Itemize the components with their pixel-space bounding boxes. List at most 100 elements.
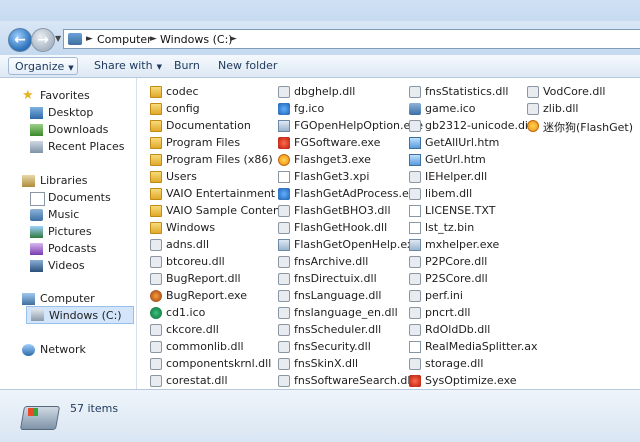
dictionary-file-icon xyxy=(409,120,421,132)
dll-file-icon xyxy=(150,375,162,387)
documents-icon xyxy=(30,192,45,206)
dll-file-icon xyxy=(409,86,421,98)
folder-icon xyxy=(150,120,162,132)
explorer-window: ← → ▼ ► Computer ► Windows (C:) ► Organi… xyxy=(0,0,640,442)
dll-file-icon xyxy=(150,239,162,251)
dll-file-icon xyxy=(150,358,162,370)
file-icon xyxy=(409,341,421,353)
folder-icon xyxy=(150,103,162,115)
details-pane: 57 items xyxy=(0,389,640,442)
network-icon xyxy=(22,344,35,356)
application-icon xyxy=(409,239,421,251)
dll-file-icon xyxy=(409,256,421,268)
flashget-shortcut-icon xyxy=(527,120,539,132)
dll-file-icon xyxy=(409,324,421,336)
dll-file-icon xyxy=(150,256,162,268)
folder-icon xyxy=(150,205,162,217)
windows-logo-icon xyxy=(28,408,38,416)
dll-file-icon xyxy=(278,341,290,353)
dll-file-icon xyxy=(278,290,290,302)
optimize-app-icon xyxy=(409,375,421,387)
dll-file-icon xyxy=(278,307,290,319)
dll-file-icon xyxy=(527,103,539,115)
pictures-icon xyxy=(30,226,43,238)
drive-icon xyxy=(19,406,61,430)
navigation-pane: ★ Favorites Desktop Downloads Recent Plac… xyxy=(0,78,137,389)
burn-button[interactable]: Burn xyxy=(168,57,206,75)
organize-label: Organize xyxy=(15,60,65,73)
dll-file-icon xyxy=(278,256,290,268)
chevron-down-icon: ▼ xyxy=(156,63,162,71)
html-file-icon xyxy=(409,137,421,149)
recent-places-icon xyxy=(30,141,43,153)
folder-icon xyxy=(150,86,162,98)
folder-icon xyxy=(150,188,162,200)
bug-report-icon xyxy=(150,290,162,302)
music-icon xyxy=(30,209,43,221)
forward-arrow-icon: → xyxy=(37,32,49,48)
dll-file-icon xyxy=(278,222,290,234)
game-icon xyxy=(409,103,421,115)
breadcrumb-computer[interactable]: Computer xyxy=(97,33,152,46)
computer-icon xyxy=(22,293,35,305)
forward-button[interactable]: → xyxy=(31,28,55,52)
flashget-icon xyxy=(278,188,290,200)
share-with-label: Share with xyxy=(94,59,153,72)
dll-file-icon xyxy=(278,324,290,336)
file-icon xyxy=(278,171,290,183)
folder-icon xyxy=(150,137,162,149)
breadcrumb-windows-c[interactable]: Windows (C:) xyxy=(160,33,233,46)
videos-icon xyxy=(30,260,43,272)
dll-file-icon xyxy=(150,341,162,353)
dll-file-icon xyxy=(150,324,162,336)
flashget-app-icon xyxy=(278,154,290,166)
libraries-icon xyxy=(22,175,35,187)
title-bar xyxy=(0,0,640,21)
dll-file-icon xyxy=(409,171,421,183)
folder-icon xyxy=(150,154,162,166)
dll-file-icon xyxy=(150,273,162,285)
dll-file-icon xyxy=(278,358,290,370)
dll-file-icon xyxy=(278,205,290,217)
chevron-right-icon[interactable]: ► xyxy=(150,34,157,44)
folder-icon xyxy=(150,171,162,183)
cd-icon xyxy=(150,307,162,319)
dll-file-icon xyxy=(278,375,290,387)
dll-file-icon xyxy=(527,86,539,98)
new-folder-button[interactable]: New folder xyxy=(212,57,283,75)
dll-file-icon xyxy=(278,86,290,98)
dll-file-icon xyxy=(409,273,421,285)
dll-file-icon xyxy=(409,358,421,370)
settings-file-icon xyxy=(409,290,421,302)
nav-windows-c[interactable]: Windows (C:) xyxy=(26,306,134,324)
file-list: codec config Documentation Program Files… xyxy=(137,78,640,389)
dll-file-icon xyxy=(278,273,290,285)
html-file-icon xyxy=(409,154,421,166)
recent-pages-dropdown-icon[interactable]: ▼ xyxy=(55,34,61,43)
command-bar: Organize ▼ Share with ▼ Burn New folder xyxy=(0,55,640,78)
flashget-software-icon xyxy=(278,137,290,149)
share-with-button[interactable]: Share with ▼ xyxy=(88,57,168,75)
drive-icon xyxy=(31,309,44,321)
address-bar[interactable]: ► Computer ► Windows (C:) ► xyxy=(63,29,640,49)
application-icon xyxy=(278,239,290,251)
downloads-icon xyxy=(30,124,43,136)
back-button[interactable]: ← xyxy=(8,28,32,52)
computer-icon xyxy=(68,33,82,45)
back-arrow-icon: ← xyxy=(14,32,26,48)
chevron-right-icon[interactable]: ► xyxy=(230,34,237,44)
folder-icon xyxy=(150,222,162,234)
dll-file-icon xyxy=(409,307,421,319)
star-icon: ★ xyxy=(22,88,34,103)
item-count: 57 items xyxy=(70,402,119,415)
file-icon xyxy=(409,222,421,234)
chevron-right-icon[interactable]: ► xyxy=(86,34,93,44)
organize-button[interactable]: Organize ▼ xyxy=(8,57,78,75)
desktop-icon xyxy=(30,107,43,119)
application-icon xyxy=(278,120,290,132)
chevron-down-icon: ▼ xyxy=(68,64,74,72)
dll-file-icon xyxy=(409,188,421,200)
flashget-icon xyxy=(278,103,290,115)
podcasts-icon xyxy=(30,243,43,255)
text-file-icon xyxy=(409,205,421,217)
